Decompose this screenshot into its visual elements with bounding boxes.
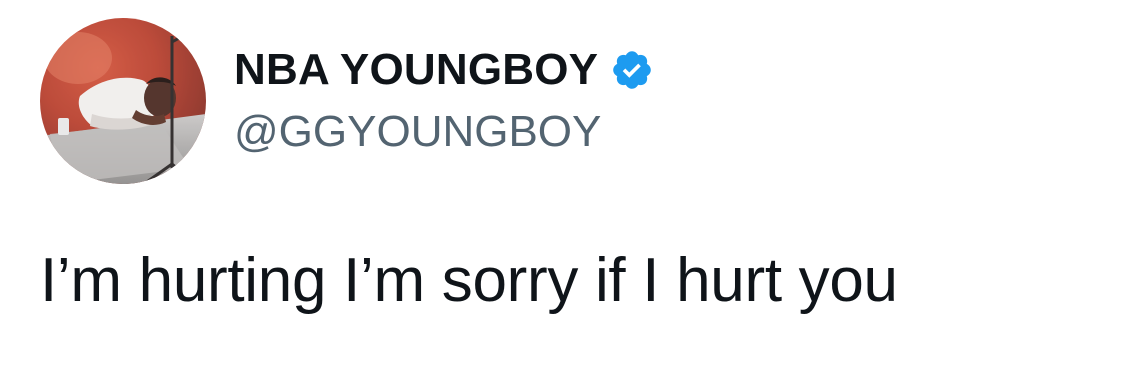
avatar-photo xyxy=(40,18,206,184)
tweet-card: NBA YOUNGBOY @GGYOUNGBOY I’m hurting I’m… xyxy=(0,0,1122,373)
author-name-row[interactable]: NBA YOUNGBOY xyxy=(234,44,654,96)
avatar[interactable] xyxy=(40,18,206,184)
display-name[interactable]: NBA YOUNGBOY xyxy=(234,44,598,96)
author-handle[interactable]: @GGYOUNGBOY xyxy=(234,106,601,158)
tweet-text: I’m hurting I’m sorry if I hurt you xyxy=(40,246,898,315)
verified-badge-icon xyxy=(610,48,654,92)
